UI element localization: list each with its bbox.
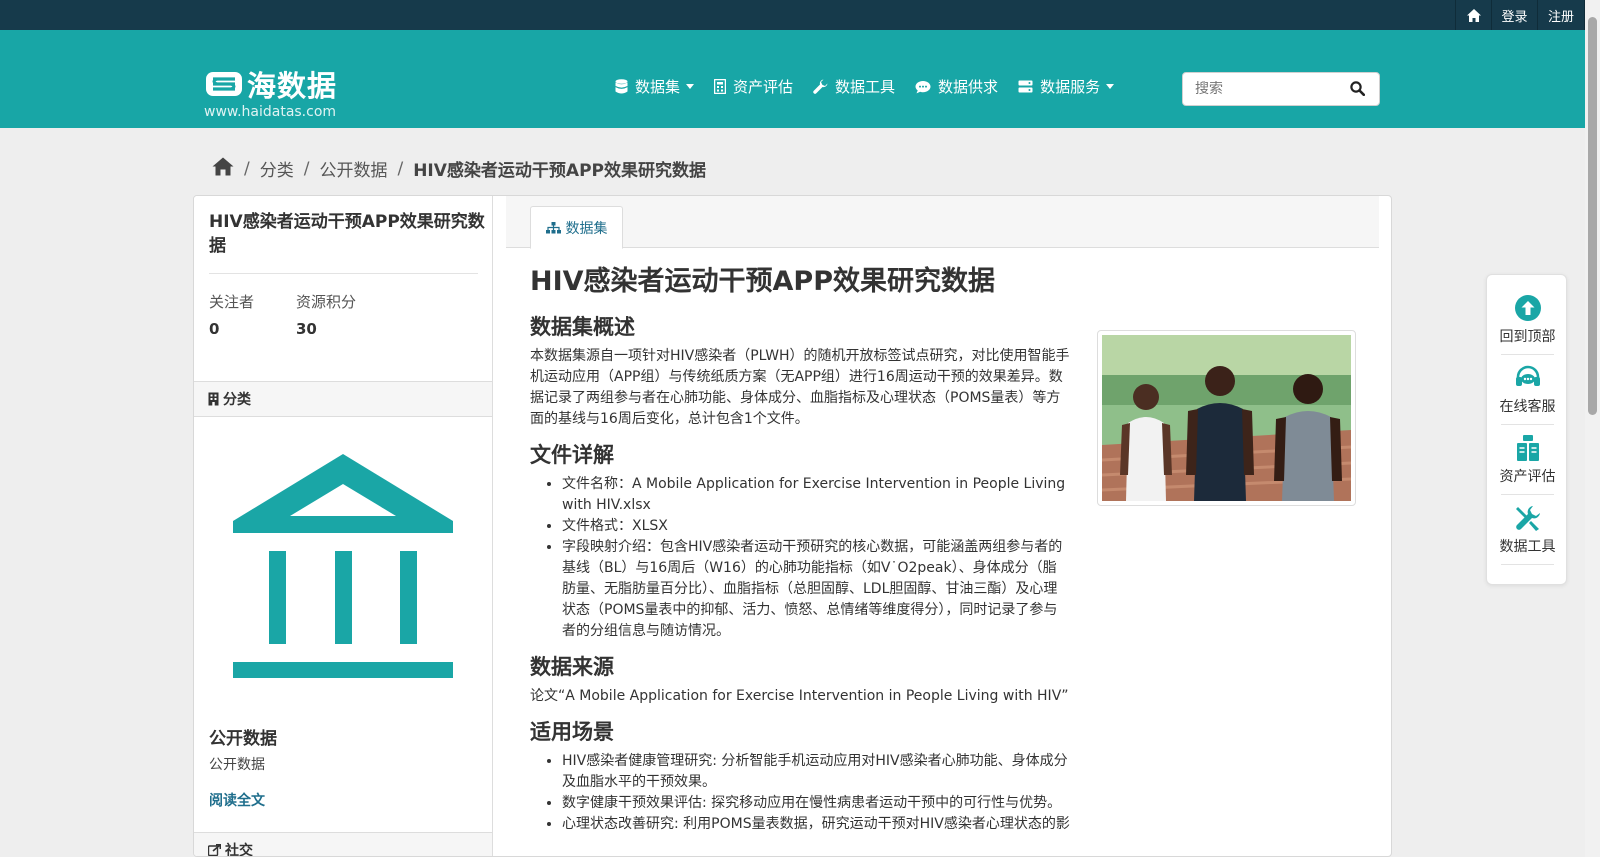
- main-wrapper: HIV感染者运动干预APP效果研究数据 关注者 0 资源积分 30 分类 公开数…: [193, 195, 1392, 857]
- scenarios-list: HIV感染者健康管理研究: 分析智能手机运动应用对HIV感染者心肺功能、身体成分…: [530, 751, 1070, 835]
- nav-data-tools-label: 数据工具: [835, 78, 896, 96]
- search-icon: [1350, 81, 1366, 97]
- back-to-top-button[interactable]: 回到顶部: [1487, 285, 1568, 355]
- followers-value: 0: [209, 320, 220, 338]
- files-heading: 文件详解: [530, 443, 614, 467]
- followers-label: 关注者: [209, 293, 255, 311]
- dataset-image: [1097, 330, 1356, 506]
- search-input[interactable]: [1183, 81, 1343, 97]
- points-value: 30: [296, 320, 317, 338]
- server-icon: [1018, 80, 1033, 93]
- breadcrumb-category[interactable]: 分类: [260, 156, 294, 181]
- floating-toolbar: 回到顶部 在线客服 资产评估 数据工具: [1486, 274, 1567, 585]
- login-link[interactable]: 登录: [1491, 0, 1537, 30]
- tab-dataset[interactable]: 数据集: [530, 206, 623, 249]
- breadcrumb-home[interactable]: [212, 157, 234, 181]
- page-scrollbar[interactable]: [1585, 0, 1600, 857]
- brand-name: 海数据: [247, 69, 338, 103]
- tools-icon: [1515, 506, 1540, 531]
- social-heading-label: 社交: [225, 843, 253, 857]
- breadcrumb-separator: /: [303, 158, 310, 179]
- site-url: www.haidatas.com: [204, 104, 337, 120]
- logo-mark-icon: [206, 72, 242, 96]
- list-item: 数字健康干预效果评估: 探究移动应用在慢性病患者运动干预中的可行性与优势。: [562, 793, 1070, 814]
- files-list: 文件名称：A Mobile Application for Exercise I…: [530, 474, 1070, 642]
- tab-bar: 数据集: [506, 196, 1379, 249]
- category-heading: 分类: [194, 381, 492, 417]
- tab-dataset-label: 数据集: [565, 220, 608, 237]
- chat-icon: [915, 80, 931, 93]
- overview-heading: 数据集概述: [530, 315, 635, 339]
- followers-stat: 关注者 0: [209, 291, 254, 338]
- list-item: 文件格式：XLSX: [562, 516, 1070, 537]
- breadcrumb: / 分类 / 公开数据 / HIV感染者运动干预APP效果研究数据: [212, 156, 706, 181]
- account-links: 登录 注册: [1455, 0, 1585, 30]
- list-item: HIV感染者健康管理研究: 分析智能手机运动应用对HIV感染者心肺功能、身体成分…: [562, 751, 1070, 793]
- calculator-icon: [714, 79, 727, 94]
- data-tools-label: 数据工具: [1499, 539, 1556, 555]
- wrench-icon: [813, 79, 828, 94]
- top-home-link[interactable]: [1455, 0, 1491, 30]
- breadcrumb-current[interactable]: HIV感染者运动干预APP效果研究数据: [413, 156, 706, 181]
- nav-asset-assessment[interactable]: 资产评估: [714, 76, 793, 97]
- org-name: 公开数据: [209, 729, 277, 749]
- source-text: 论文“A Mobile Application for Exercise Int…: [530, 688, 1069, 704]
- points-label: 资源积分: [296, 293, 357, 311]
- top-bar: 登录 注册: [0, 0, 1585, 30]
- scenarios-heading: 适用场景: [530, 720, 614, 744]
- divider: [209, 273, 478, 274]
- masthead: 海数据 www.haidatas.com 数据集 资产评估 数据工具 数据供求 …: [0, 30, 1585, 128]
- overview-text: 本数据集源自一项针对HIV感染者（PLWH）的随机开放标签试点研究，对比使用智能…: [530, 348, 1070, 427]
- back-to-top-label: 回到顶部: [1499, 329, 1556, 345]
- asset-assessment-label: 资产评估: [1499, 469, 1556, 485]
- sidebar: HIV感染者运动干预APP效果研究数据 关注者 0 资源积分 30 分类 公开数…: [194, 196, 493, 857]
- arrow-up-circle-icon: [1514, 295, 1541, 321]
- dataset-content: HIV感染者运动干预APP效果研究数据 数据集概述 本数据集源自一项针对HIV感…: [530, 262, 1070, 835]
- dataset-title: HIV感染者运动干预APP效果研究数据: [209, 212, 485, 256]
- online-service-label: 在线客服: [1499, 399, 1556, 415]
- share-icon: [208, 844, 221, 856]
- institution-icon[interactable]: [231, 454, 455, 678]
- online-service-button[interactable]: 在线客服: [1487, 355, 1568, 425]
- list-item: 心理状态改善研究: 利用POMS量表数据，研究运动干预对HIV感染者心理状态的影: [562, 814, 1070, 835]
- read-more-link[interactable]: 阅读全文: [209, 790, 265, 810]
- register-link[interactable]: 注册: [1537, 0, 1585, 30]
- social-heading: 社交: [194, 832, 492, 857]
- list-item: 文件名称：A Mobile Application for Exercise I…: [562, 474, 1070, 516]
- data-tools-button[interactable]: 数据工具: [1487, 495, 1568, 565]
- nav-data-tools[interactable]: 数据工具: [813, 76, 895, 97]
- breadcrumb-separator: /: [397, 158, 404, 179]
- database-icon: [615, 79, 628, 94]
- breadcrumb-org[interactable]: 公开数据: [319, 156, 387, 181]
- site-logo[interactable]: 海数据: [205, 63, 337, 105]
- search-button[interactable]: [1350, 81, 1366, 100]
- chevron-down-icon: [1106, 84, 1115, 89]
- nav-data-services-label: 数据服务: [1040, 78, 1101, 96]
- search-box: [1182, 72, 1380, 106]
- nav-datasets-label: 数据集: [635, 78, 681, 96]
- points-stat: 资源积分 30: [296, 291, 356, 338]
- assessment-icon: [1516, 435, 1539, 461]
- category-heading-label: 分类: [223, 392, 251, 408]
- breadcrumb-separator: /: [244, 158, 250, 179]
- main-nav: 数据集 资产评估 数据工具 数据供求 数据服务: [615, 76, 1134, 97]
- nav-data-supply-label: 数据供求: [938, 78, 999, 96]
- scrollbar-thumb[interactable]: [1588, 17, 1597, 415]
- content-title: HIV感染者运动干预APP效果研究数据: [530, 266, 996, 297]
- home-icon: [212, 157, 234, 175]
- org-description: 公开数据: [209, 757, 265, 773]
- chevron-down-icon: [686, 84, 695, 89]
- nav-data-supply[interactable]: 数据供求: [915, 76, 998, 97]
- source-heading: 数据来源: [530, 655, 614, 679]
- list-item: 字段映射介绍：包含HIV感染者运动干预研究的核心数据，可能涵盖两组参与者的基线（…: [562, 537, 1070, 642]
- home-icon: [1466, 8, 1481, 22]
- headset-icon: [1515, 365, 1540, 386]
- nav-asset-assessment-label: 资产评估: [733, 78, 794, 96]
- asset-assessment-button[interactable]: 资产评估: [1487, 425, 1568, 495]
- nav-datasets[interactable]: 数据集: [615, 76, 695, 97]
- sitemap-icon: [545, 221, 561, 233]
- nav-data-services[interactable]: 数据服务: [1018, 76, 1115, 97]
- building-icon: [208, 392, 219, 406]
- athletes-photo: [1102, 335, 1351, 501]
